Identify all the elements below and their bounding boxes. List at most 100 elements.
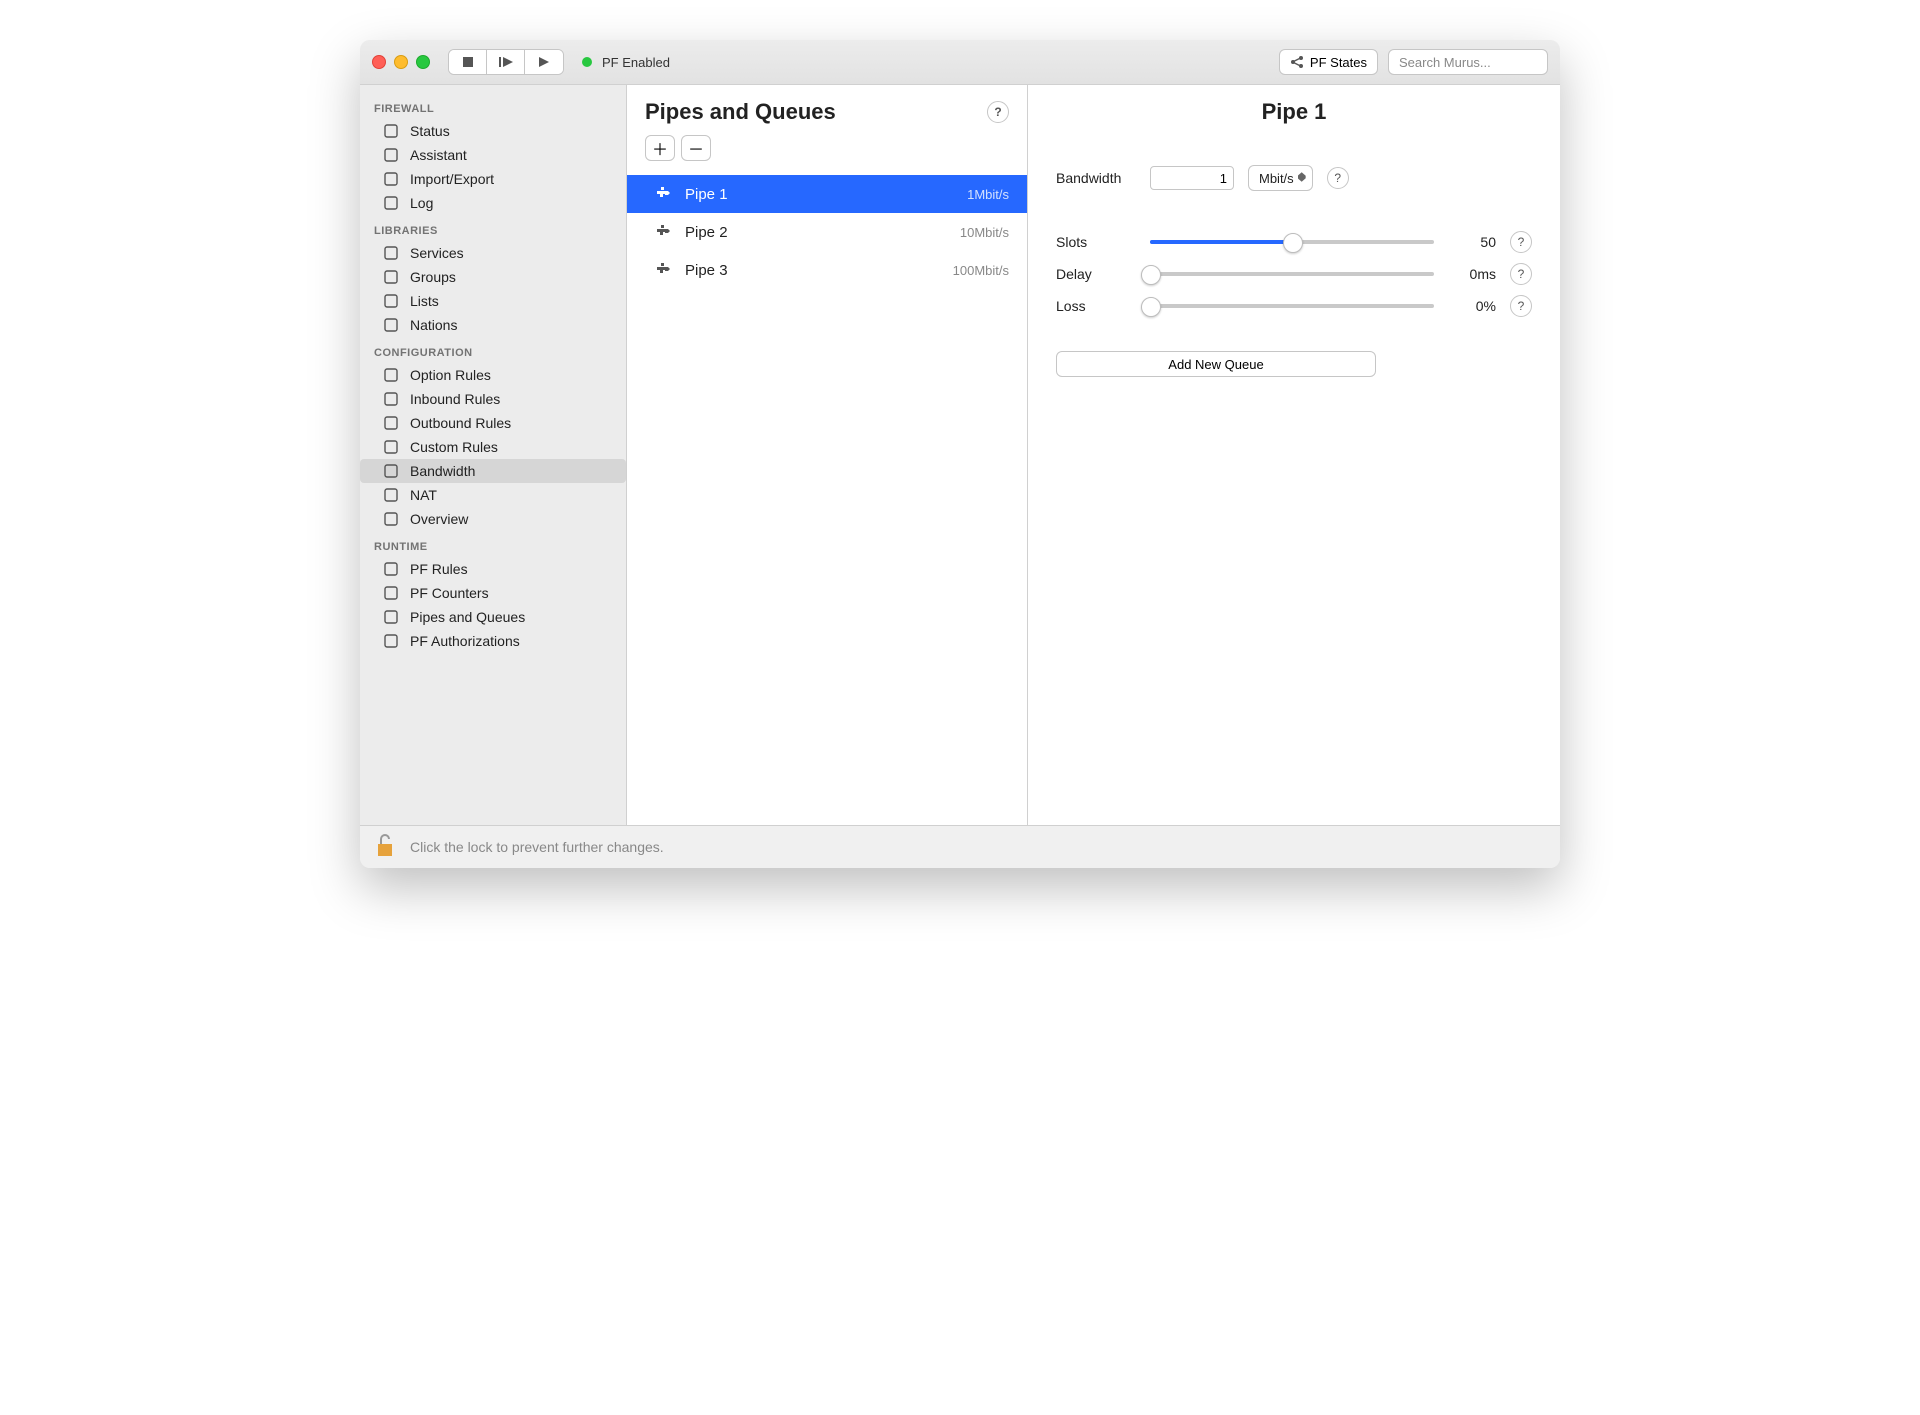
sidebar-item-icon [382, 610, 400, 624]
sidebar-item-inbound-rules[interactable]: Inbound Rules [360, 387, 626, 411]
sidebar-heading: LIBRARIES [360, 215, 626, 241]
pipe-row[interactable]: Pipe 1 1Mbit/s [627, 175, 1027, 213]
sidebar-item-pf-authorizations[interactable]: PF Authorizations [360, 629, 626, 653]
sidebar-item-label: NAT [410, 487, 437, 503]
delay-label: Delay [1056, 266, 1136, 282]
sidebar-item-icon [382, 368, 400, 382]
minus-icon: － [688, 136, 704, 160]
pipe-row[interactable]: Pipe 3 100Mbit/s [627, 251, 1027, 289]
bandwidth-unit-select[interactable]: Mbit/s [1248, 165, 1313, 191]
slots-slider[interactable] [1150, 232, 1434, 252]
sidebar-item-overview[interactable]: Overview [360, 507, 626, 531]
detail-title: Pipe 1 [1056, 99, 1532, 125]
pipe-bandwidth: 100Mbit/s [953, 263, 1009, 278]
search-button[interactable]: Search Murus... [1388, 49, 1548, 75]
transport-segment [448, 49, 564, 75]
delay-slider[interactable] [1150, 264, 1434, 284]
sidebar-item-icon [382, 634, 400, 648]
sidebar-item-nat[interactable]: NAT [360, 483, 626, 507]
sidebar-item-option-rules[interactable]: Option Rules [360, 363, 626, 387]
sidebar-item-icon [382, 318, 400, 332]
sidebar-heading: CONFIGURATION [360, 337, 626, 363]
sidebar-item-label: Option Rules [410, 367, 491, 383]
sidebar-item-bandwidth[interactable]: Bandwidth [360, 459, 626, 483]
loss-row: Loss 0% ? [1056, 295, 1532, 317]
delay-value: 0ms [1448, 266, 1496, 282]
close-window-button[interactable] [372, 55, 386, 69]
sidebar-item-groups[interactable]: Groups [360, 265, 626, 289]
sidebar-item-pipes-and-queues[interactable]: Pipes and Queues [360, 605, 626, 629]
app-window: PF Enabled PF States Search Murus... FIR… [360, 40, 1560, 868]
share-icon [1290, 55, 1304, 69]
pipe-bandwidth: 1Mbit/s [967, 187, 1009, 202]
sidebar-item-log[interactable]: Log [360, 191, 626, 215]
add-pipe-button[interactable]: ＋ [645, 135, 675, 161]
sidebar-heading: RUNTIME [360, 531, 626, 557]
sidebar-item-label: Custom Rules [410, 439, 498, 455]
play-button[interactable] [525, 50, 563, 74]
sidebar-item-label: Groups [410, 269, 456, 285]
sidebar-item-label: Services [410, 245, 464, 261]
sidebar-item-icon [382, 416, 400, 430]
pipes-header: Pipes and Queues ? ＋ － [627, 85, 1027, 169]
sidebar-item-icon [382, 196, 400, 210]
bandwidth-help-button[interactable]: ? [1327, 167, 1349, 189]
sidebar-item-label: Assistant [410, 147, 467, 163]
footer: Click the lock to prevent further change… [360, 825, 1560, 868]
sidebar-item-status[interactable]: Status [360, 119, 626, 143]
remove-pipe-button[interactable]: － [681, 135, 711, 161]
pipes-help-button[interactable]: ? [987, 101, 1009, 123]
sidebar-item-import-export[interactable]: Import/Export [360, 167, 626, 191]
sidebar-item-label: Status [410, 123, 450, 139]
loss-slider[interactable] [1150, 296, 1434, 316]
bandwidth-label: Bandwidth [1056, 170, 1136, 186]
minimize-window-button[interactable] [394, 55, 408, 69]
pipes-title: Pipes and Queues [645, 99, 836, 125]
sidebar-item-icon [382, 172, 400, 186]
bandwidth-unit-label: Mbit/s [1259, 171, 1294, 186]
sidebar-item-label: Lists [410, 293, 439, 309]
step-button[interactable] [487, 50, 525, 74]
loss-label: Loss [1056, 298, 1136, 314]
lock-icon[interactable] [374, 832, 396, 863]
pf-states-button[interactable]: PF States [1279, 49, 1378, 75]
pf-states-label: PF States [1310, 55, 1367, 70]
bandwidth-input[interactable] [1150, 166, 1234, 190]
pipe-row[interactable]: Pipe 210Mbit/s [627, 213, 1027, 251]
status-dot-icon [582, 57, 592, 67]
zoom-window-button[interactable] [416, 55, 430, 69]
sidebar-item-icon [382, 124, 400, 138]
sidebar-item-pf-rules[interactable]: PF Rules [360, 557, 626, 581]
sidebar-item-assistant[interactable]: Assistant [360, 143, 626, 167]
sidebar-item-pf-counters[interactable]: PF Counters [360, 581, 626, 605]
sidebar-item-icon [382, 512, 400, 526]
delay-help-button[interactable]: ? [1510, 263, 1532, 285]
faucet-icon [655, 261, 673, 279]
sidebar-item-label: Overview [410, 511, 468, 527]
stop-icon [463, 57, 473, 67]
sidebar-item-icon [382, 246, 400, 260]
sidebar-item-outbound-rules[interactable]: Outbound Rules [360, 411, 626, 435]
pipe-name: Pipe 3 [685, 262, 728, 279]
sidebar-item-custom-rules[interactable]: Custom Rules [360, 435, 626, 459]
slots-help-button[interactable]: ? [1510, 231, 1532, 253]
faucet-icon [655, 185, 673, 203]
sidebar-item-lists[interactable]: Lists [360, 289, 626, 313]
sidebar-item-label: Log [410, 195, 433, 211]
sidebar-item-icon [382, 270, 400, 284]
sidebar-heading: FIREWALL [360, 93, 626, 119]
add-queue-button[interactable]: Add New Queue [1056, 351, 1376, 377]
sidebar-item-nations[interactable]: Nations [360, 313, 626, 337]
window-controls [372, 55, 430, 69]
sidebar-item-services[interactable]: Services [360, 241, 626, 265]
delay-row: Delay 0ms ? [1056, 263, 1532, 285]
sidebar-item-label: Import/Export [410, 171, 494, 187]
slots-label: Slots [1056, 234, 1136, 250]
play-icon [539, 57, 549, 67]
loss-help-button[interactable]: ? [1510, 295, 1532, 317]
sidebar: FIREWALL Status Assistant Import/Export Log L… [360, 85, 627, 825]
pipe-name: Pipe 1 [685, 186, 728, 203]
stop-button[interactable] [449, 50, 487, 74]
sidebar-item-label: Inbound Rules [410, 391, 500, 407]
lock-label: Click the lock to prevent further change… [410, 839, 664, 855]
